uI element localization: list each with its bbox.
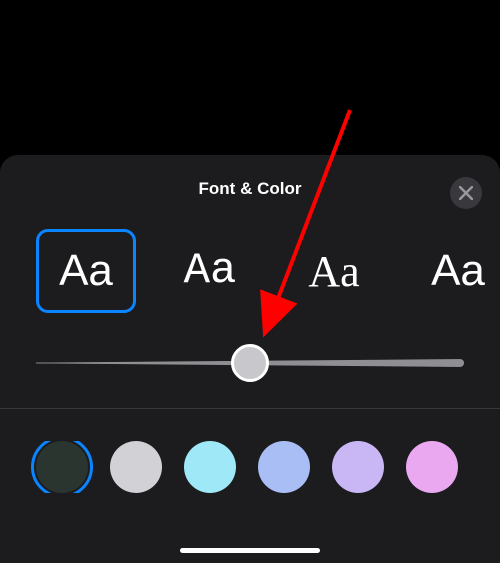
color-option-pink[interactable]: [406, 441, 458, 493]
color-option-dark-green[interactable]: [36, 441, 88, 493]
section-divider: [0, 408, 500, 409]
font-size-slider[interactable]: [36, 348, 464, 378]
font-option-condensed[interactable]: Aa: [408, 229, 500, 313]
close-button[interactable]: [450, 177, 482, 209]
color-option-lavender[interactable]: [332, 441, 384, 493]
close-icon: [459, 186, 473, 200]
font-options-row: Aa Aa Aa Aa: [0, 229, 500, 313]
font-option-slab[interactable]: Aa: [160, 229, 260, 313]
font-option-serif[interactable]: Aa: [284, 229, 384, 313]
color-options-row: [0, 441, 500, 493]
color-option-periwinkle[interactable]: [258, 441, 310, 493]
font-color-sheet: Font & Color Aa Aa Aa Aa: [0, 155, 500, 563]
font-option-sans[interactable]: Aa: [36, 229, 136, 313]
sheet-title: Font & Color: [199, 179, 302, 199]
sheet-header: Font & Color: [0, 179, 500, 199]
home-indicator[interactable]: [180, 548, 320, 553]
color-option-cyan[interactable]: [184, 441, 236, 493]
slider-thumb[interactable]: [231, 344, 269, 382]
color-option-light-gray[interactable]: [110, 441, 162, 493]
